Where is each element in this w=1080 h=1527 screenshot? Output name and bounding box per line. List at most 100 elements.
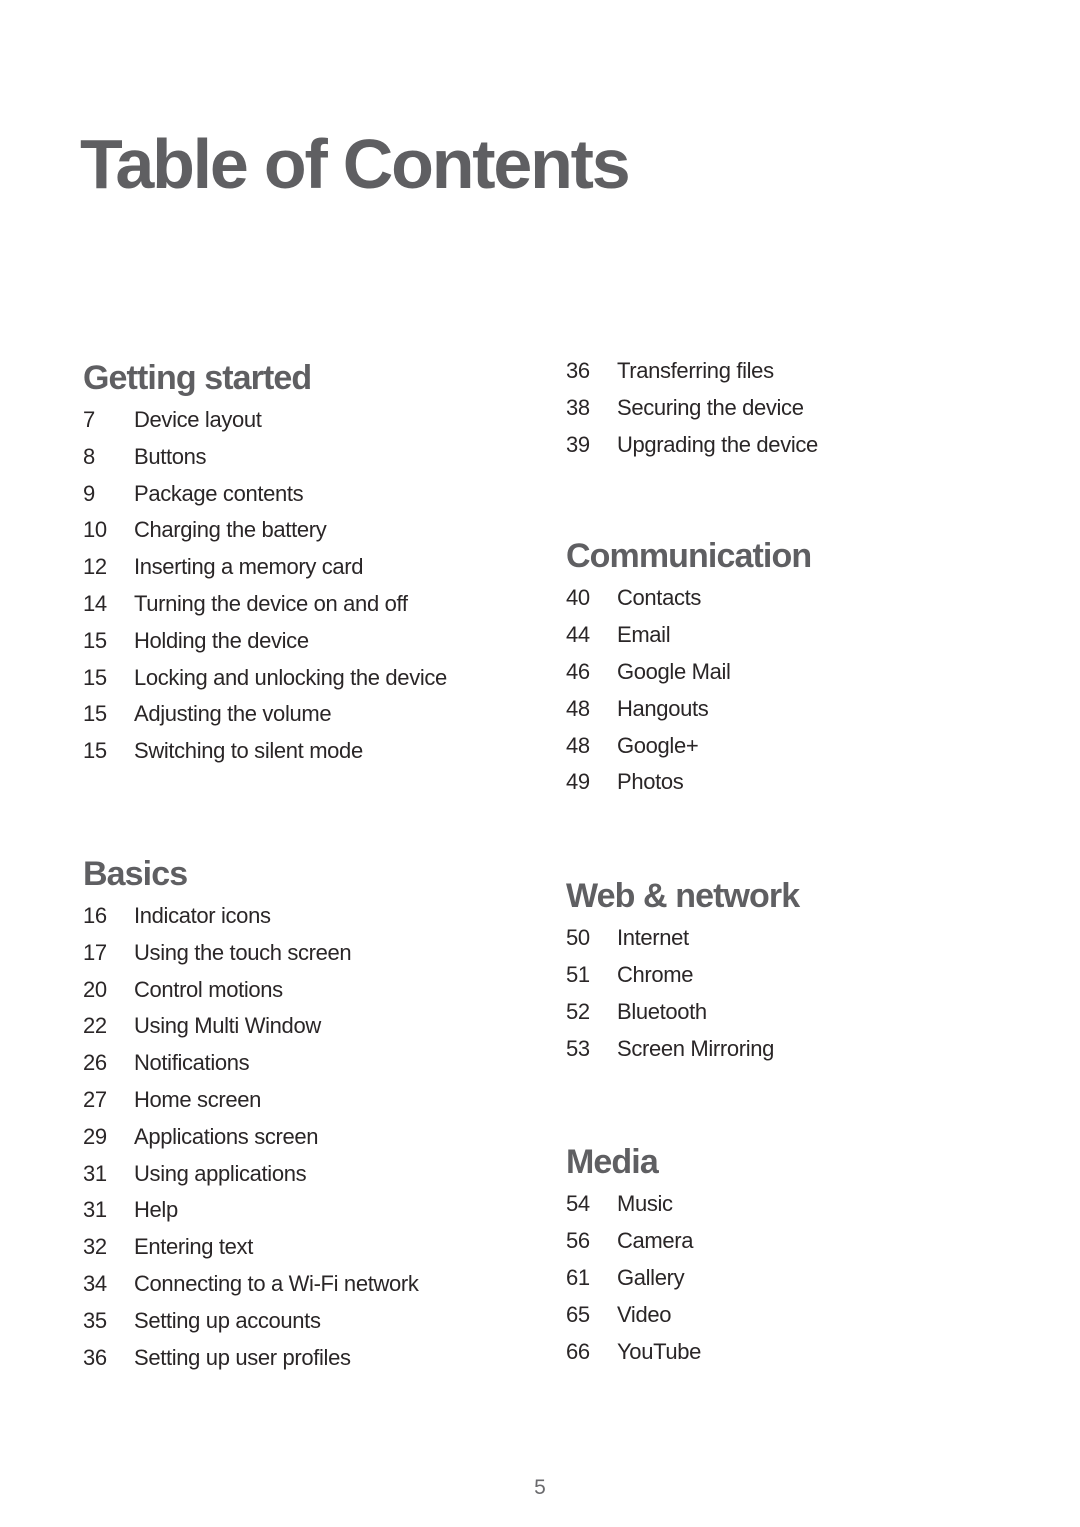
entry-title: Using applications bbox=[134, 1160, 307, 1186]
entry-title: Google Mail bbox=[617, 658, 731, 684]
entry-page-number: 36 bbox=[83, 1344, 107, 1370]
entry-title: Securing the device bbox=[617, 394, 804, 420]
entry-page-number: 7 bbox=[83, 407, 95, 432]
toc-entry[interactable]: 20 Control motions bbox=[83, 972, 523, 1009]
section-heading: Communication bbox=[566, 537, 812, 576]
toc-entry[interactable]: 54 Music bbox=[566, 1186, 1006, 1223]
entry-page-number: 15 bbox=[83, 701, 107, 727]
toc-entry[interactable]: 17 Using the touch screen bbox=[83, 935, 523, 972]
entry-page-number: 12 bbox=[83, 554, 107, 580]
entry-title: Holding the device bbox=[134, 627, 309, 653]
entry-page-number: 20 bbox=[83, 976, 107, 1002]
toc-right-column: 36 Transferring files 38 Securing the devi… bbox=[566, 353, 1006, 1370]
toc-entry[interactable]: 48 Hangouts bbox=[566, 691, 1006, 728]
toc-entry[interactable]: 10 Charging the battery bbox=[83, 512, 523, 549]
entry-title: Screen Mirroring bbox=[617, 1035, 775, 1061]
toc-entry[interactable]: 40 Contacts bbox=[566, 580, 1006, 617]
entry-page-number: 61 bbox=[566, 1264, 590, 1290]
entry-title: Indicator icons bbox=[134, 902, 271, 928]
continued-entry-list: 36 Transferring files 38 Securing the devi… bbox=[566, 353, 1006, 463]
toc-entry[interactable]: 49 Photos bbox=[566, 764, 1006, 801]
toc-entry[interactable]: 66 YouTube bbox=[566, 1334, 1006, 1371]
toc-entry[interactable]: 39 Upgrading the device bbox=[566, 427, 1006, 464]
entry-title: Chrome bbox=[617, 961, 694, 987]
entry-title: Applications screen bbox=[134, 1123, 319, 1149]
toc-entry[interactable]: 27 Home screen bbox=[83, 1082, 523, 1119]
toc-left-column: Getting started 7 Device layout 8 Buttons … bbox=[83, 356, 523, 1376]
toc-entry[interactable]: 8 Buttons bbox=[83, 439, 523, 476]
toc-entry[interactable]: 38 Securing the device bbox=[566, 390, 1006, 427]
entry-page-number: 39 bbox=[566, 431, 590, 457]
toc-entry[interactable]: 34 Connecting to a Wi-Fi network bbox=[83, 1266, 523, 1303]
entry-title: Upgrading the device bbox=[617, 431, 818, 457]
entry-page-number: 48 bbox=[566, 732, 590, 758]
entry-title: Internet bbox=[617, 925, 689, 951]
toc-entry[interactable]: 15 Switching to silent mode bbox=[83, 733, 523, 770]
toc-entry[interactable]: 31 Using applications bbox=[83, 1156, 523, 1193]
toc-entry[interactable]: 56 Camera bbox=[566, 1223, 1006, 1260]
entry-page-number: 36 bbox=[566, 358, 590, 383]
entry-title: Transferring files bbox=[617, 358, 774, 383]
toc-entry[interactable]: 50 Internet bbox=[566, 920, 1006, 957]
toc-entry[interactable]: 16 Indicator icons bbox=[83, 898, 523, 935]
entry-page-number: 46 bbox=[566, 658, 590, 684]
toc-entry[interactable]: 31 Help bbox=[83, 1192, 523, 1229]
section-heading: Basics bbox=[83, 854, 188, 893]
toc-entry[interactable]: 14 Turning the device on and off bbox=[83, 586, 523, 623]
entry-title: Home screen bbox=[134, 1086, 261, 1112]
page-title: Table of Contents bbox=[80, 125, 631, 203]
toc-entry[interactable]: 61 Gallery bbox=[566, 1260, 1006, 1297]
entry-page-number: 26 bbox=[83, 1050, 107, 1076]
entry-title: Help bbox=[134, 1197, 178, 1223]
entry-title: Charging the battery bbox=[134, 517, 327, 543]
entry-page-number: 49 bbox=[566, 769, 590, 795]
toc-entry[interactable]: 15 Holding the device bbox=[83, 623, 523, 660]
toc-entry[interactable]: 7 Device layout bbox=[83, 402, 523, 439]
entry-page-number: 34 bbox=[83, 1270, 107, 1296]
toc-entry[interactable]: 36 Setting up user profiles bbox=[83, 1340, 523, 1377]
entry-page-number: 9 bbox=[83, 480, 95, 506]
entry-page-number: 44 bbox=[566, 622, 590, 648]
entry-page-number: 66 bbox=[566, 1338, 590, 1364]
toc-entry[interactable]: 65 Video bbox=[566, 1297, 1006, 1334]
entry-title: Google+ bbox=[617, 732, 699, 758]
toc-entry[interactable]: 51 Chrome bbox=[566, 957, 1006, 994]
toc-entry[interactable]: 53 Screen Mirroring bbox=[566, 1031, 1006, 1068]
section-heading: Getting started bbox=[83, 359, 312, 397]
entry-list: 7 Device layout 8 Buttons 9 Package content… bbox=[83, 402, 523, 770]
toc-entry[interactable]: 48 Google+ bbox=[566, 728, 1006, 765]
entry-page-number: 51 bbox=[566, 961, 590, 987]
toc-entry[interactable]: 15 Locking and unlocking the device bbox=[83, 660, 523, 697]
entry-page-number: 31 bbox=[83, 1160, 107, 1186]
entry-list: 50 Internet 51 Chrome 52 Bluetooth 53 Screen… bbox=[566, 920, 1006, 1067]
entry-title: Using the touch screen bbox=[134, 939, 352, 965]
entry-page-number: 16 bbox=[83, 902, 107, 928]
section-media: Media 54 Music 56 Camera 61 Gallery 65 Video… bbox=[566, 1140, 1006, 1370]
entry-list: 54 Music 56 Camera 61 Gallery 65 Video 66 You… bbox=[566, 1186, 1006, 1370]
entry-title: Email bbox=[617, 622, 671, 648]
entry-title: Buttons bbox=[134, 443, 207, 469]
entry-page-number: 17 bbox=[83, 939, 107, 965]
entry-page-number: 14 bbox=[83, 590, 107, 616]
toc-entry[interactable]: 26 Notifications bbox=[83, 1045, 523, 1082]
entry-title: Connecting to a Wi-Fi network bbox=[134, 1270, 419, 1296]
toc-entry[interactable]: 35 Setting up accounts bbox=[83, 1303, 523, 1340]
entry-page-number: 15 bbox=[83, 627, 107, 653]
toc-entry[interactable]: 52 Bluetooth bbox=[566, 994, 1006, 1031]
entry-title: Music bbox=[617, 1191, 673, 1217]
entry-page-number: 54 bbox=[566, 1191, 590, 1217]
entry-title: YouTube bbox=[617, 1338, 702, 1364]
toc-entry[interactable]: 12 Inserting a memory card bbox=[83, 549, 523, 586]
toc-entry[interactable]: 36 Transferring files bbox=[566, 353, 1006, 390]
toc-entry[interactable]: 46 Google Mail bbox=[566, 654, 1006, 691]
toc-entry[interactable]: 9 Package contents bbox=[83, 476, 523, 513]
toc-entry[interactable]: 15 Adjusting the volume bbox=[83, 696, 523, 733]
toc-entry[interactable]: 29 Applications screen bbox=[83, 1119, 523, 1156]
toc-entry[interactable]: 44 Email bbox=[566, 617, 1006, 654]
entry-title: Contacts bbox=[617, 585, 702, 611]
entry-title: Video bbox=[617, 1301, 672, 1327]
toc-entry[interactable]: 32 Entering text bbox=[83, 1229, 523, 1266]
toc-entry[interactable]: 22 Using Multi Window bbox=[83, 1008, 523, 1045]
entry-title: Entering text bbox=[134, 1234, 253, 1260]
